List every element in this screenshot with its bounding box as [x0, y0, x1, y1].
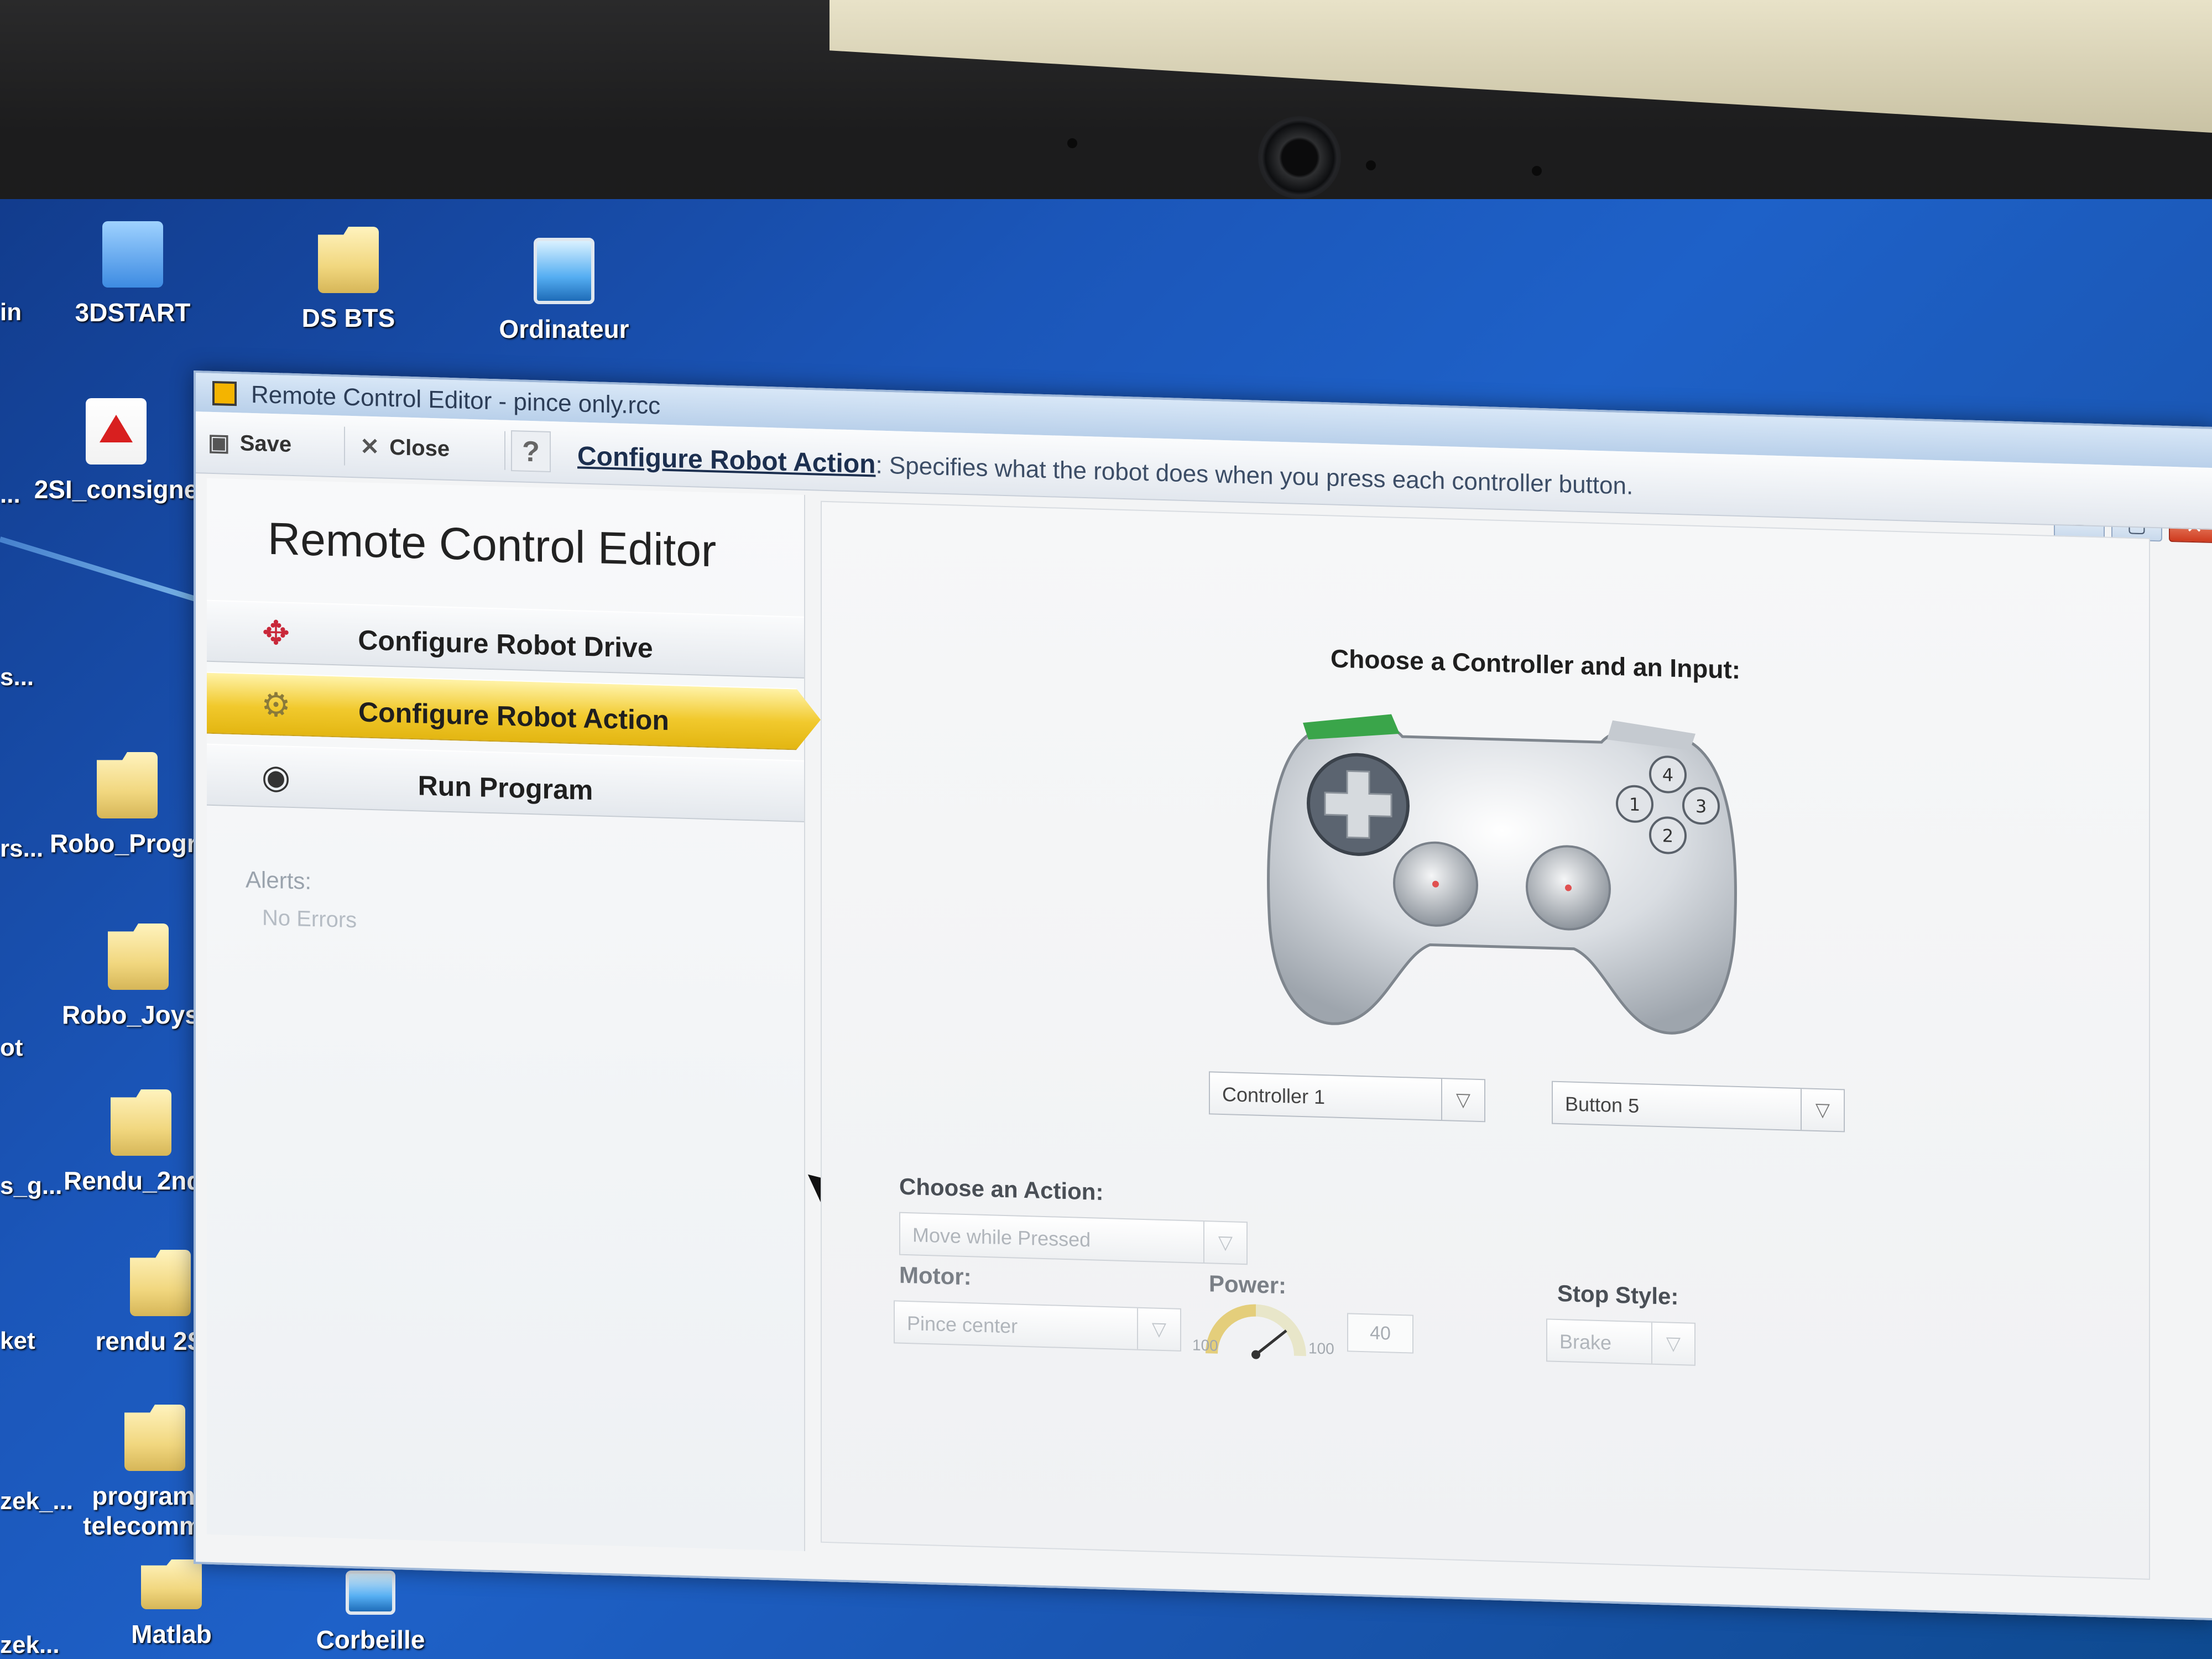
desktop-icon-label: 2SI_consigne: [34, 475, 199, 504]
heading-link[interactable]: Configure Robot Action: [577, 441, 875, 479]
desktop-icon-2si-consigne[interactable]: 2SI_consigne: [28, 398, 205, 504]
sidebar-item-run-program[interactable]: ◉ Run Program: [207, 743, 804, 822]
stop-style-select[interactable]: Brake ▽: [1546, 1318, 1695, 1366]
chevron-down-icon: ▽: [1137, 1308, 1180, 1350]
gamepad-button-2: 2: [1662, 825, 1673, 847]
action-select[interactable]: Move while Pressed ▽: [899, 1212, 1248, 1265]
wallpaper-line: [0, 536, 223, 610]
partial-desktop-label: s...: [0, 664, 34, 691]
folder-icon: [111, 1089, 171, 1156]
webcam-icon: [1258, 116, 1341, 199]
partial-desktop-label: zek...: [0, 1631, 60, 1658]
folder-icon: [124, 1405, 185, 1471]
heading-description: : Specifies what the robot does when you…: [875, 451, 1634, 500]
partial-desktop-label: ot: [0, 1034, 23, 1061]
desktop-icon-label: Robo_Progra: [50, 829, 211, 858]
partial-desktop-label: rs...: [0, 835, 44, 862]
main-panel: Choose a Controller and an Input: 4 1 3 …: [821, 500, 2150, 1580]
folder-icon: [318, 227, 379, 293]
close-button[interactable]: ✕ Close: [348, 426, 505, 470]
desktop-icon-label: Robo_Joysti: [61, 1000, 215, 1029]
input-select[interactable]: Button 5 ▽: [1552, 1081, 1845, 1133]
window-title: Remote Control Editor - pince only.rcc: [251, 380, 661, 420]
gamepad-button-1: 1: [1629, 794, 1640, 816]
save-button[interactable]: ▣ Save: [196, 422, 345, 466]
action-select-value: Move while Pressed: [912, 1223, 1091, 1251]
stop-style-select-value: Brake: [1559, 1329, 1612, 1354]
desktop-icon-label: Matlab: [131, 1620, 212, 1648]
close-icon: ✕: [360, 433, 380, 460]
motor-select[interactable]: Pince center ▽: [894, 1300, 1181, 1352]
save-icon: ▣: [208, 429, 230, 456]
partial-desktop-label: zek_...: [0, 1488, 74, 1515]
power-input[interactable]: 40: [1347, 1313, 1413, 1354]
chevron-down-icon: ▽: [1203, 1222, 1246, 1264]
input-select-value: Button 5: [1565, 1092, 1640, 1118]
controller-select-value: Controller 1: [1222, 1082, 1326, 1109]
motor-label: Motor:: [899, 1261, 972, 1290]
sensor-dot: [1532, 166, 1542, 176]
page-heading: Configure Robot Action: Specifies what t…: [577, 441, 1633, 500]
sidebar-title: Remote Control Editor: [268, 513, 717, 577]
sidebar-item-configure-robot-drive[interactable]: ✥ Configure Robot Drive: [207, 599, 804, 679]
sidebar-item-label: Configure Robot Action: [358, 696, 669, 737]
motor-select-value: Pince center: [907, 1312, 1018, 1338]
chevron-down-icon: ▽: [1651, 1322, 1694, 1365]
folder-icon: [97, 752, 158, 818]
stop-style-label: Stop Style:: [1557, 1280, 1679, 1310]
sensor-dot: [1067, 138, 1077, 148]
desktop-icon-matlab[interactable]: Matlab: [94, 1559, 249, 1649]
close-label: Close: [389, 435, 450, 461]
desktop-icon-ordinateur[interactable]: Ordinateur: [487, 238, 641, 344]
save-label: Save: [239, 430, 292, 457]
folder-icon: [141, 1559, 202, 1609]
desktop-icon-robo-joysti[interactable]: Robo_Joysti: [61, 924, 216, 1030]
3dstart-icon: [102, 221, 163, 288]
power-label: Power:: [1209, 1270, 1287, 1299]
gamepad-controller-icon[interactable]: 4 1 3 2: [1253, 691, 1751, 1059]
desktop-icon-label: DS BTS: [301, 304, 395, 332]
partial-desktop-label: ket: [0, 1327, 35, 1354]
app-icon: [212, 380, 237, 406]
desktop-icon-3dstart[interactable]: 3DSTART: [55, 221, 210, 327]
partial-desktop-label: in: [0, 299, 22, 326]
partial-desktop-label: s_g...: [0, 1172, 62, 1199]
power-min-label: 100: [1192, 1336, 1218, 1354]
sensor-dot: [1366, 160, 1376, 170]
folder-icon: [108, 924, 169, 990]
desktop-icon-corbeille[interactable]: Corbeille: [293, 1571, 448, 1655]
desktop-icon-robo-progra[interactable]: Robo_Progra: [50, 752, 211, 858]
choose-controller-label: Choose a Controller and an Input:: [1331, 644, 1741, 685]
choose-action-label: Choose an Action:: [899, 1173, 1104, 1205]
pdf-icon: [86, 398, 147, 465]
sidebar-item-label: Configure Robot Drive: [358, 624, 653, 664]
chevron-down-icon: ▽: [1801, 1089, 1844, 1131]
desktop-icon-label: Corbeille: [316, 1625, 425, 1654]
computer-icon: [534, 238, 594, 304]
sidebar-item-label: Run Program: [418, 770, 593, 806]
partial-desktop-label: ...: [0, 481, 20, 508]
gamepad-button-3: 3: [1695, 796, 1707, 817]
controller-select[interactable]: Controller 1 ▽: [1209, 1071, 1485, 1123]
gamepad-button-4: 4: [1662, 764, 1673, 786]
remote-control-editor-window: Remote Control Editor - pince only.rcc –…: [194, 371, 2212, 1621]
desktop-icon-label: Ordinateur: [499, 315, 629, 343]
sidebar: Remote Control Editor ✥ Configure Robot …: [207, 478, 805, 1551]
alerts-label: Alerts:: [246, 866, 312, 894]
power-gauge-icon[interactable]: [1203, 1298, 1308, 1361]
alerts-value: No Errors: [262, 905, 357, 933]
folder-icon: [130, 1250, 191, 1316]
recycle-bin-icon: [346, 1571, 395, 1615]
sidebar-item-configure-robot-action[interactable]: ⚙ Configure Robot Action: [207, 672, 821, 751]
power-max-label: 100: [1308, 1339, 1334, 1358]
desktop-icon-ds-bts[interactable]: DS BTS: [271, 227, 426, 333]
chevron-down-icon: ▽: [1441, 1079, 1484, 1121]
help-button[interactable]: ?: [511, 430, 551, 473]
desktop-icon-label: 3DSTART: [75, 298, 191, 327]
